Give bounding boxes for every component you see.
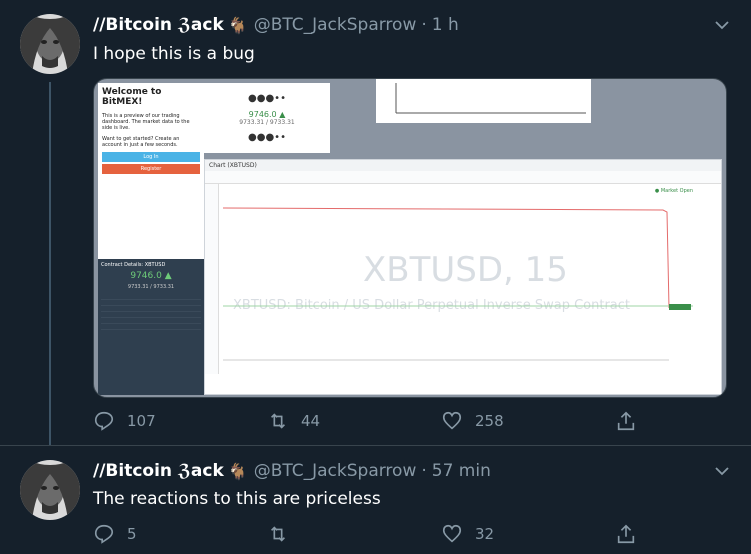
- ss-ticker-card: ●●●•• 9746.0 ▲ 9733.31 / 9733.31 ●●●••: [204, 83, 330, 153]
- ss-price-line: [223, 207, 693, 361]
- tweet[interactable]: //Bitcoin ℨack 🐐 @BTC_JackSparrow · 57 m…: [0, 445, 751, 554]
- like-count: 32: [475, 525, 495, 543]
- tweet-actions: 107 44 258: [93, 410, 637, 432]
- share-icon: [617, 411, 635, 431]
- tweet-header: //Bitcoin ℨack 🐐 @BTC_JackSparrow · 1 h: [93, 15, 459, 35]
- reply-button[interactable]: 5: [93, 523, 267, 545]
- ss-sub-price: 9733.31 / 9733.31: [127, 284, 175, 290]
- tweet-text: The reactions to this are priceless: [93, 489, 381, 509]
- ss-register-button: Register: [102, 164, 200, 174]
- reply-icon: [94, 524, 114, 544]
- chevron-down-icon[interactable]: [715, 18, 729, 34]
- ss-chart-window: Chart (XBTUSD) XBTUSD, 15 XBTUSD: Bitcoi…: [204, 159, 722, 395]
- timestamp[interactable]: 57 min: [432, 461, 491, 481]
- handle[interactable]: @BTC_JackSparrow: [254, 15, 417, 35]
- ss-welcome-title: Welcome to BitMEX!: [102, 87, 162, 107]
- ss-chart-plot: XBTUSD, 15 XBTUSD: Bitcoin / US Dollar P…: [223, 188, 693, 368]
- ss-price: 9746.0 ▲: [130, 271, 172, 281]
- retweet-icon: [270, 526, 286, 542]
- retweet-icon: [270, 413, 286, 429]
- ss-tools-column: [205, 184, 219, 374]
- chevron-down-icon[interactable]: [715, 464, 729, 480]
- ss-market-open: ● Market Open: [654, 188, 693, 194]
- retweet-button[interactable]: 44: [267, 410, 441, 432]
- ss-get-started: Want to get started? Create an account i…: [102, 136, 180, 148]
- reply-count: 107: [127, 412, 156, 430]
- ss-contract-header: Contract Details: XBTUSD: [101, 262, 166, 268]
- thread-line: [49, 82, 51, 445]
- ss-sidebar: Welcome to BitMEX! This is a preview of …: [98, 83, 204, 395]
- goat-emoji-icon: 🐐: [227, 15, 248, 35]
- heart-icon: [442, 411, 462, 430]
- display-name[interactable]: //Bitcoin ℨack: [93, 15, 224, 35]
- like-button[interactable]: 258: [441, 410, 615, 432]
- goat-emoji-icon: 🐐: [227, 461, 248, 481]
- ss-login-button: Log In: [102, 152, 200, 162]
- ss-details-table: [101, 294, 201, 334]
- ss-contract-details: Contract Details: XBTUSD 9746.0 ▲ 9733.3…: [98, 259, 204, 337]
- ss-depth-card: [376, 79, 591, 123]
- heart-icon: [442, 524, 462, 543]
- retweet-count: 44: [301, 412, 321, 430]
- ss-welcome-panel: Welcome to BitMEX! This is a preview of …: [98, 83, 204, 259]
- share-icon: [617, 524, 635, 544]
- reply-icon: [94, 411, 114, 431]
- tweet-actions: 5 32: [93, 523, 637, 545]
- ss-ticker-sub: 9733.31 / 9733.31: [239, 119, 295, 126]
- retweet-button[interactable]: [267, 523, 441, 545]
- avatar[interactable]: [20, 460, 80, 520]
- ss-welcome-text: This is a preview of our trading dashboa…: [102, 113, 190, 131]
- separator-dot: ·: [421, 461, 427, 481]
- ss-ticker-price: 9746.0 ▲: [248, 110, 286, 119]
- timestamp[interactable]: 1 h: [432, 15, 459, 35]
- ss-chart-title: Chart (XBTUSD): [205, 160, 721, 171]
- handle[interactable]: @BTC_JackSparrow: [254, 461, 417, 481]
- display-name[interactable]: //Bitcoin ℨack: [93, 461, 224, 481]
- tweet-text: I hope this is a bug: [93, 44, 255, 64]
- tweet-header: //Bitcoin ℨack 🐐 @BTC_JackSparrow · 57 m…: [93, 461, 491, 481]
- tweet-image[interactable]: Welcome to BitMEX! This is a preview of …: [93, 78, 727, 398]
- reply-button[interactable]: 107: [93, 410, 267, 432]
- share-button[interactable]: [615, 410, 637, 432]
- ss-chart-toolbar: [205, 171, 721, 184]
- reply-count: 5: [127, 525, 137, 543]
- like-button[interactable]: 32: [441, 523, 615, 545]
- separator-dot: ·: [421, 15, 427, 35]
- like-count: 258: [475, 412, 504, 430]
- avatar[interactable]: [20, 14, 80, 74]
- share-button[interactable]: [615, 523, 637, 545]
- tweet[interactable]: //Bitcoin ℨack 🐐 @BTC_JackSparrow · 1 h …: [0, 0, 751, 445]
